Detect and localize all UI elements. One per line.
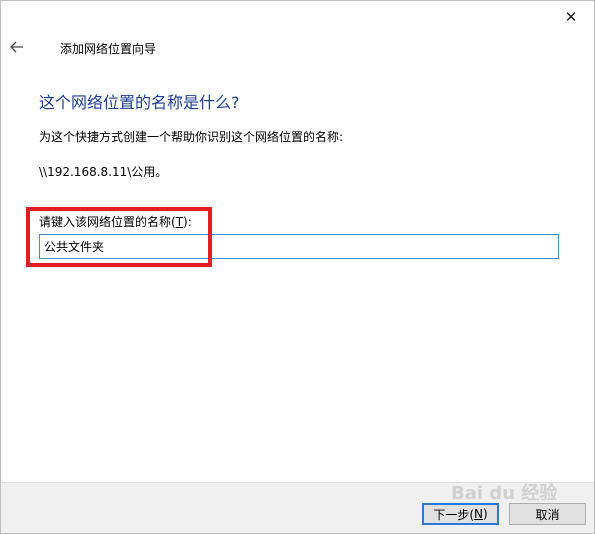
wizard-title: 添加网络位置向导 (60, 42, 157, 56)
location-name-input[interactable] (39, 234, 559, 259)
back-button[interactable] (7, 37, 27, 57)
page-heading: 这个网络位置的名称是什么? (39, 93, 240, 112)
description-text: 为这个快捷方式创建一个帮助你识别这个网络位置的名称: (39, 130, 344, 144)
wizard-window: ✕ 添加网络位置向导 这个网络位置的名称是什么? 为这个快捷方式创建一个帮助你识… (0, 0, 595, 534)
close-button[interactable]: ✕ (548, 1, 594, 32)
close-icon: ✕ (564, 7, 578, 26)
cancel-button[interactable]: 取消 (509, 503, 586, 525)
next-button[interactable]: 下一步(N) (422, 503, 499, 525)
footer-bar (1, 482, 594, 533)
name-field-label: 请键入该网络位置的名称(T): (39, 215, 192, 229)
network-path-text: \\192.168.8.11\公用。 (39, 165, 168, 179)
back-arrow-icon (10, 41, 23, 53)
